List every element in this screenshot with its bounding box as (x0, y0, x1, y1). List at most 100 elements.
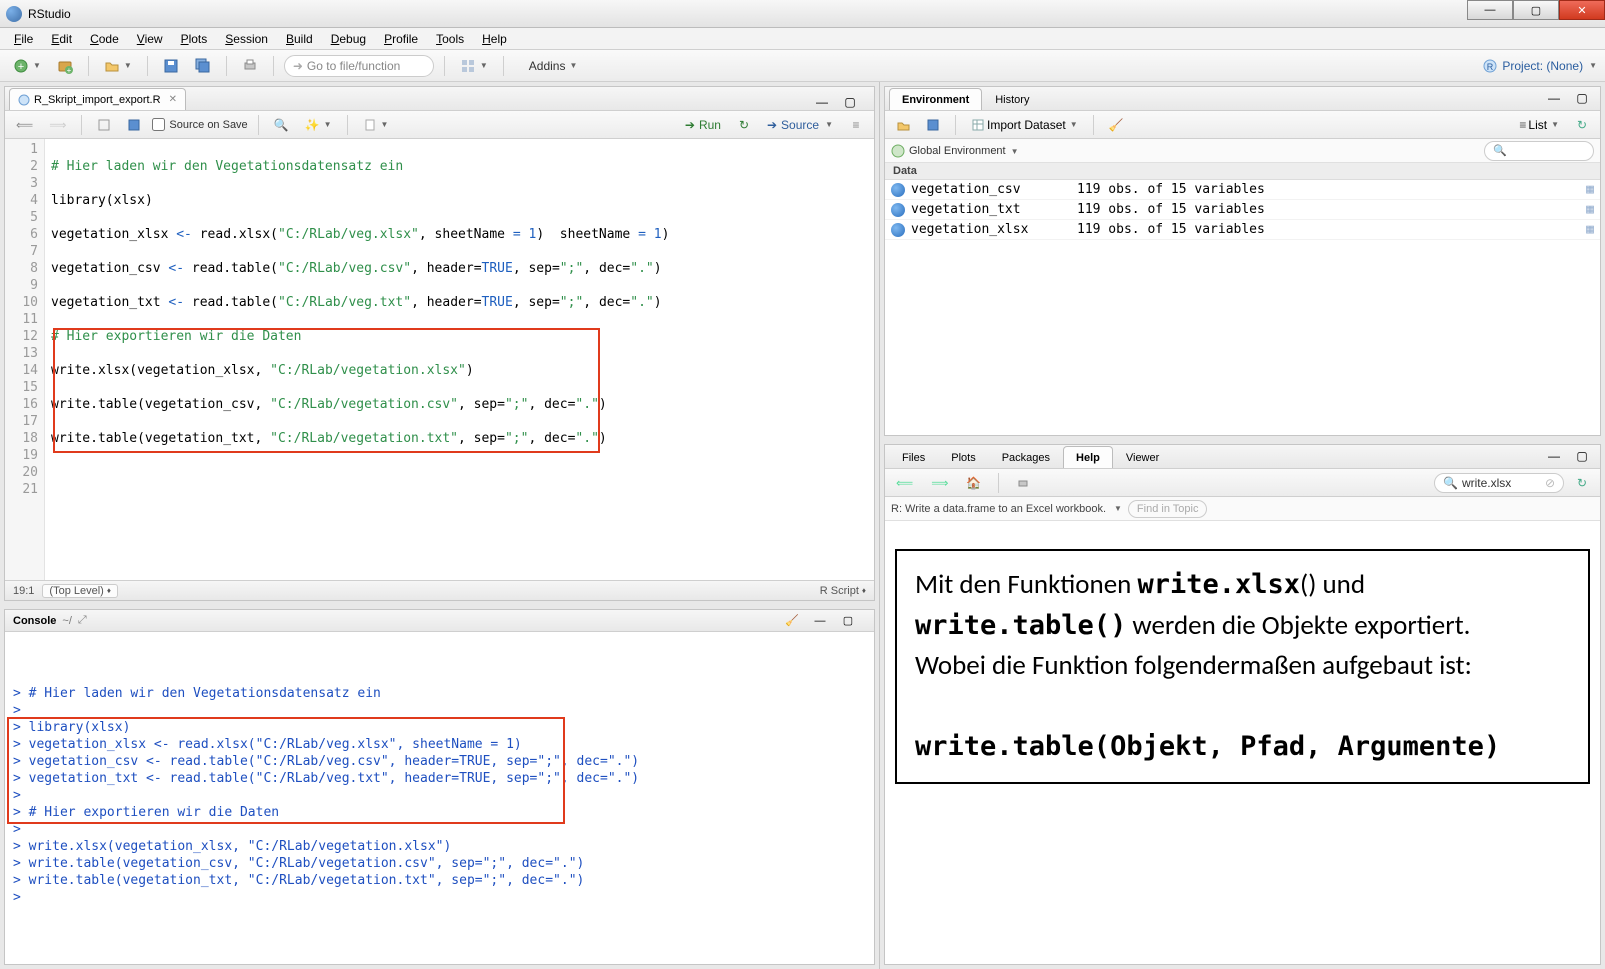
help-content: Mit den Funktionen write.xlsx() und writ… (885, 521, 1600, 964)
addins-menu[interactable]: Addins▼ (524, 54, 583, 78)
console-clear-icon[interactable]: 🧹 (780, 609, 804, 633)
view-data-icon[interactable]: ▦ (1586, 222, 1594, 237)
search-icon: 🔍 (1443, 476, 1458, 490)
tab-packages[interactable]: Packages (989, 446, 1063, 468)
clear-workspace-button[interactable]: 🧹 (1104, 113, 1129, 137)
list-grid-toggle[interactable]: ≡ List▼ (1514, 113, 1564, 137)
wand-button[interactable]: ✨▼ (300, 113, 337, 137)
project-selector[interactable]: R Project: (None)▼ (1482, 58, 1597, 74)
cursor-position: 19:1 (13, 585, 34, 597)
clear-search-icon[interactable]: ⊘ (1545, 476, 1555, 490)
print-button[interactable] (237, 54, 263, 78)
source-on-save-checkbox[interactable]: Source on Save (152, 118, 247, 131)
run-button[interactable]: ➔ Run (680, 113, 726, 137)
help-print-button[interactable] (1011, 471, 1035, 495)
help-annotation-box: Mit den Funktionen write.xlsx() und writ… (895, 549, 1590, 784)
save-workspace-button[interactable] (921, 113, 945, 137)
env-search-input[interactable]: 🔍 (1484, 141, 1594, 161)
env-max-icon[interactable]: ▢ (1570, 86, 1594, 110)
console-path: ~/ (62, 615, 71, 627)
console-reveal-icon[interactable]: ⤢ (78, 614, 87, 627)
scope-selector[interactable]: (Top Level) ♦ (42, 584, 118, 598)
find-button[interactable]: 🔍 (269, 113, 294, 137)
help-back-button[interactable]: ⟸ (891, 471, 918, 495)
source-editor[interactable]: 123456789101112131415161718192021 # Hier… (5, 139, 874, 580)
import-dataset-label: Import Dataset (987, 118, 1066, 132)
env-row[interactable]: vegetation_txt119 obs. of 15 variables▦ (885, 200, 1600, 220)
back-button[interactable]: ⟸ (11, 113, 38, 137)
save-button[interactable] (158, 54, 184, 78)
console-min-icon[interactable]: — (808, 609, 832, 633)
env-scope-bar: Global Environment ▼ 🔍 (885, 139, 1600, 163)
tab-plots[interactable]: Plots (938, 446, 988, 468)
new-project-button[interactable]: + (52, 54, 78, 78)
close-button[interactable]: ✕ (1559, 0, 1605, 20)
source-on-save-input[interactable] (152, 118, 165, 131)
menu-view[interactable]: View (129, 30, 171, 48)
menu-file[interactable]: File (6, 30, 41, 48)
menu-profile[interactable]: Profile (376, 30, 426, 48)
menu-session[interactable]: Session (217, 30, 276, 48)
menu-code[interactable]: Code (82, 30, 127, 48)
view-data-icon[interactable]: ▦ (1586, 202, 1594, 217)
search-icon: 🔍 (1493, 144, 1507, 157)
help-forward-button[interactable]: ⟹ (926, 471, 953, 495)
report-button[interactable]: ▼ (358, 113, 394, 137)
minimize-button[interactable]: — (1467, 0, 1513, 20)
help-breadcrumb-bar: R: Write a data.frame to an Excel workbo… (885, 497, 1600, 521)
console-output[interactable]: > # Hier laden wir den Vegetationsdatens… (5, 632, 874, 964)
env-row[interactable]: vegetation_xlsx119 obs. of 15 variables▦ (885, 220, 1600, 240)
goto-placeholder: Go to file/function (307, 59, 400, 73)
maximize-button[interactable]: ▢ (1513, 0, 1559, 20)
console-max-icon[interactable]: ▢ (836, 609, 860, 633)
menu-help[interactable]: Help (474, 30, 515, 48)
env-row[interactable]: vegetation_csv119 obs. of 15 variables▦ (885, 180, 1600, 200)
source-button[interactable]: ➔ Source▼ (762, 113, 838, 137)
menu-debug[interactable]: Debug (323, 30, 374, 48)
show-in-new-window-button[interactable] (92, 113, 116, 137)
tab-environment[interactable]: Environment (889, 88, 982, 110)
scope-selector[interactable]: Global Environment ▼ (909, 145, 1019, 157)
console-title: Console (13, 615, 56, 627)
menu-plots[interactable]: Plots (173, 30, 216, 48)
svg-text:+: + (18, 61, 24, 73)
view-data-icon[interactable]: ▦ (1586, 182, 1594, 197)
close-tab-icon[interactable]: ✕ (169, 94, 177, 105)
source-tab[interactable]: R_Skript_import_export.R ✕ (9, 88, 186, 110)
main-layout: R_Skript_import_export.R ✕ — ▢ ⟸ ⟹ Sourc… (0, 82, 1605, 969)
help-tabstrip: FilesPlotsPackagesHelpViewer —▢ (885, 445, 1600, 469)
grid-tools-button[interactable]: ▼ (455, 54, 493, 78)
env-min-icon[interactable]: — (1542, 86, 1566, 110)
console-pane: Console ~/ ⤢ 🧹 — ▢ > # Hier laden wir de… (4, 609, 875, 965)
tab-history[interactable]: History (982, 88, 1042, 110)
help-home-button[interactable]: 🏠 (961, 471, 986, 495)
data-icon (891, 223, 905, 237)
outline-button[interactable]: ≡ (844, 113, 868, 137)
import-dataset-button[interactable]: Import Dataset▼ (966, 113, 1083, 137)
console-highlight-box (7, 717, 565, 824)
tab-help[interactable]: Help (1063, 446, 1113, 468)
load-workspace-button[interactable] (891, 113, 915, 137)
tab-files[interactable]: Files (889, 446, 938, 468)
find-in-topic-input[interactable]: Find in Topic (1128, 500, 1208, 518)
help-min-icon[interactable]: — (1542, 444, 1566, 468)
save-source-button[interactable] (122, 113, 146, 137)
new-file-button[interactable]: +▼ (8, 54, 46, 78)
open-file-button[interactable]: ▼ (99, 54, 137, 78)
forward-button[interactable]: ⟹ (44, 113, 71, 137)
menu-build[interactable]: Build (278, 30, 321, 48)
refresh-help-button[interactable]: ↻ (1570, 471, 1594, 495)
help-max-icon[interactable]: ▢ (1570, 444, 1594, 468)
goto-file-function-input[interactable]: ➜ Go to file/function (284, 55, 434, 77)
save-all-button[interactable] (190, 54, 216, 78)
tab-viewer[interactable]: Viewer (1113, 446, 1172, 468)
refresh-env-button[interactable]: ↻ (1570, 113, 1594, 137)
menu-tools[interactable]: Tools (428, 30, 472, 48)
help-search-input[interactable]: 🔍 write.xlsx ⊘ (1434, 473, 1564, 493)
rstudio-logo-icon (6, 6, 22, 22)
addins-label: Addins (529, 59, 566, 73)
menu-edit[interactable]: Edit (43, 30, 80, 48)
svg-text:+: + (67, 66, 72, 74)
rerun-button[interactable]: ↻ (732, 113, 756, 137)
help-breadcrumb[interactable]: R: Write a data.frame to an Excel workbo… (891, 503, 1106, 515)
